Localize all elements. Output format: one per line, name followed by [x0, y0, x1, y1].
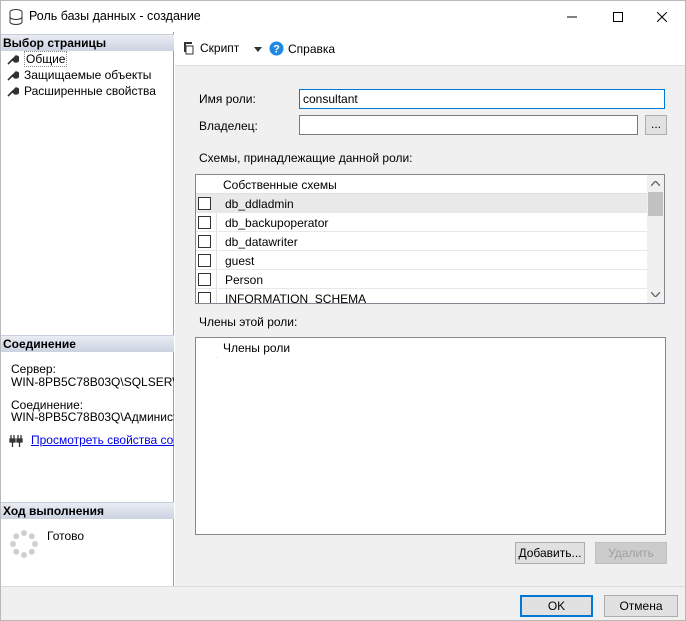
schemas-grid: Собственные схемы db_ddladmin db_backupo… [195, 174, 665, 304]
wrench-icon [7, 55, 19, 65]
help-label: Справка [288, 41, 336, 56]
script-button[interactable]: Скрипт [181, 41, 239, 55]
view-connection-properties-link[interactable]: Просмотреть свойства соединения [31, 433, 174, 447]
left-pane: Выбор страницы Общие Защищаемые объекты … [1, 32, 174, 586]
nav-item-label: Защищаемые объекты [24, 68, 152, 82]
close-icon [657, 11, 667, 22]
table-row[interactable]: Person [196, 270, 648, 289]
window-title: Роль базы данных - создание [29, 9, 201, 23]
schema-checkbox[interactable] [198, 197, 211, 210]
cancel-button[interactable]: Отмена [604, 595, 678, 617]
nav-item-securables[interactable]: Защищаемые объекты [7, 67, 151, 83]
script-dropdown-button[interactable] [252, 41, 264, 57]
members-label: Члены этой роли: [199, 315, 298, 329]
schema-checkbox[interactable] [198, 273, 211, 286]
maximize-icon [613, 11, 623, 22]
schemas-scrollbar[interactable] [647, 175, 664, 303]
wrench-icon [7, 87, 19, 97]
help-icon: ? [269, 41, 284, 56]
schema-name: db_backupoperator [225, 216, 329, 230]
nav-item-general[interactable]: Общие [7, 51, 68, 67]
toolbar: Скрипт ? Справка [175, 32, 685, 66]
table-row[interactable]: db_datawriter [196, 232, 648, 251]
minimize-icon [567, 16, 577, 17]
nav-item-label: Расширенные свойства [24, 84, 156, 98]
nav-item-label: Общие [24, 51, 68, 67]
schema-name: INFORMATION_SCHEMA [225, 292, 367, 304]
dialog-footer: OK Отмена [1, 586, 685, 620]
server-label: Сервер: [11, 362, 56, 376]
maximize-button[interactable] [595, 1, 641, 32]
schema-name: db_datawriter [225, 235, 298, 249]
schema-checkbox[interactable] [198, 235, 211, 248]
role-name-label: Имя роли: [199, 92, 256, 106]
progress-status: Готово [47, 529, 85, 543]
table-row[interactable]: db_backupoperator [196, 213, 648, 232]
role-name-input[interactable] [299, 89, 665, 109]
schema-checkbox[interactable] [198, 254, 211, 267]
server-value: WIN-8PB5C78B03Q\SQLSERVER [11, 375, 174, 389]
table-row[interactable]: db_ddladmin [196, 194, 648, 213]
schema-checkbox[interactable] [198, 292, 211, 303]
ok-button[interactable]: OK [520, 595, 593, 617]
right-pane: Скрипт ? Справка Имя роли: Владелец: ...… [175, 32, 685, 586]
progress-header: Ход выполнения [1, 502, 174, 519]
script-label: Скрипт [200, 41, 240, 55]
svg-text:?: ? [273, 44, 280, 56]
remove-member-button[interactable]: Удалить [595, 542, 667, 564]
chevron-down-icon [651, 292, 660, 297]
table-row[interactable]: INFORMATION_SCHEMA [196, 289, 648, 304]
chevron-down-icon [254, 46, 262, 52]
select-page-header: Выбор страницы [1, 34, 174, 51]
minimize-button[interactable] [549, 1, 595, 32]
close-button[interactable] [639, 1, 685, 32]
schema-name: db_ddladmin [225, 197, 294, 211]
schemas-column-header[interactable]: Собственные схемы [223, 178, 337, 192]
schema-checkbox[interactable] [198, 216, 211, 229]
nav-item-extended-properties[interactable]: Расширенные свойства [7, 83, 156, 99]
connection-header: Соединение [1, 335, 174, 352]
table-row[interactable]: guest [196, 251, 648, 270]
members-grid: Члены роли [195, 337, 666, 535]
add-member-button[interactable]: Добавить... [515, 542, 585, 564]
schemas-grid-header: Собственные схемы [196, 175, 648, 194]
dialog-window: Роль базы данных - создание Выбор страни… [0, 0, 686, 621]
schema-name: Person [225, 273, 264, 287]
browse-owner-button[interactable]: ... [645, 115, 667, 135]
connection-plug-icon [9, 435, 23, 447]
members-grid-header: Члены роли [196, 338, 665, 357]
chevron-up-icon [651, 181, 660, 186]
wrench-icon [7, 71, 19, 81]
owner-input[interactable] [299, 115, 638, 135]
scroll-up-button[interactable] [647, 175, 664, 192]
scroll-down-button[interactable] [647, 286, 664, 303]
title-bar: Роль базы данных - создание [1, 1, 685, 32]
progress-spinner-icon [10, 530, 38, 558]
schema-name: guest [225, 254, 255, 268]
owner-label: Владелец: [199, 119, 258, 133]
schemas-label: Схемы, принадлежащие данной роли: [199, 151, 413, 165]
scroll-thumb[interactable] [648, 192, 663, 216]
database-icon [9, 9, 23, 25]
help-button[interactable]: ? Справка [269, 41, 335, 56]
script-icon [184, 42, 194, 55]
members-column-header[interactable]: Члены роли [223, 341, 290, 355]
connection-value: WIN-8PB5C78B03Q\Администратор [11, 410, 174, 424]
